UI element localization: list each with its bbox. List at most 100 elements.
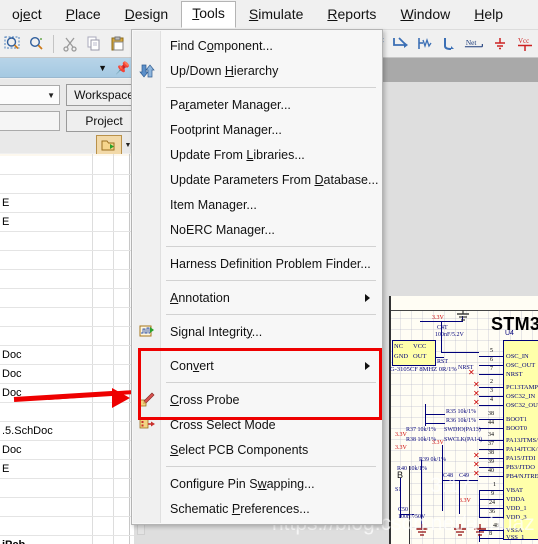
pin-wire xyxy=(479,405,503,406)
wire-seg xyxy=(436,357,444,358)
pin-number: 36 xyxy=(489,509,495,515)
vcc-power-port-icon[interactable]: Vcc xyxy=(514,33,536,55)
list-item[interactable] xyxy=(0,289,134,308)
wire-seg xyxy=(400,478,401,518)
pin-wire xyxy=(479,538,503,539)
menu-item-find-component[interactable]: Find Component... xyxy=(132,33,382,58)
chevron-down-icon: ▼ xyxy=(47,90,55,100)
wire-icon[interactable] xyxy=(389,33,411,55)
chip-designator: U4 xyxy=(505,330,514,337)
workspace-button[interactable]: Workspace xyxy=(66,84,134,106)
list-item[interactable]: Doc xyxy=(0,441,134,460)
menu-item-signal-integrity[interactable]: Signal Integrity... xyxy=(132,319,382,344)
menu-item-convert[interactable]: Convert xyxy=(132,353,382,378)
menu-item-annotation[interactable]: Annotation xyxy=(132,285,382,310)
osc-pin-gnd: GND xyxy=(394,353,409,360)
pin-label-pa13: PA13JTMS/SW xyxy=(506,437,538,444)
chevron-down-icon[interactable]: ▼ xyxy=(98,63,107,73)
menu-window[interactable]: Window xyxy=(389,2,461,28)
chevron-right-icon xyxy=(365,361,370,370)
projects-panel: ▼ 📌 ▼ Workspace Project ▼ E E Doc Doc Do… xyxy=(0,58,134,544)
list-item[interactable]: E xyxy=(0,213,134,232)
list-item[interactable]: .5.SchDoc xyxy=(0,422,134,441)
menu-item-update-from-libraries[interactable]: Update From Libraries... xyxy=(132,142,382,167)
list-item[interactable] xyxy=(0,479,134,498)
wire-seg xyxy=(400,514,414,515)
menu-item-cross-select-mode[interactable]: Cross Select Mode xyxy=(132,412,382,437)
pin-number: 40 xyxy=(488,468,494,474)
menu-project[interactable]: oject xyxy=(1,2,53,28)
menu-item-select-pcb-components[interactable]: Select PCB Components xyxy=(132,437,382,462)
list-item[interactable]: Doc xyxy=(0,346,134,365)
wire-seg xyxy=(421,460,422,530)
cut-icon[interactable] xyxy=(59,33,81,55)
pin-number: 3 xyxy=(490,388,493,394)
toolbar-right-group: Net Vcc xyxy=(364,30,536,58)
menu-item-schematic-preferences[interactable]: Schematic Preferences... xyxy=(132,496,382,521)
line-icon[interactable] xyxy=(439,33,461,55)
paste-icon[interactable] xyxy=(107,33,129,55)
list-item[interactable] xyxy=(0,517,134,536)
menu-tools[interactable]: Tools xyxy=(181,1,236,28)
pin-number: 38 xyxy=(488,450,494,456)
pin-label-nrst: NRST xyxy=(506,371,523,378)
no-connect-marker: ✕ xyxy=(473,380,480,389)
pin-label-pa15: PA15/JTDI xyxy=(506,455,536,462)
menu-item-cross-probe[interactable]: Cross Probe xyxy=(132,387,382,412)
gnd-power-port-icon[interactable] xyxy=(489,33,511,55)
pin-number: 1 xyxy=(493,482,496,488)
signal-harness-icon[interactable] xyxy=(414,33,436,55)
osc-pin-out: OUT xyxy=(413,353,427,360)
menu-item-item-manager[interactable]: Item Manager... xyxy=(132,192,382,217)
menu-help[interactable]: Help xyxy=(463,2,514,28)
list-item[interactable] xyxy=(0,498,134,517)
list-item[interactable]: iPcb xyxy=(0,536,134,544)
pin-label-osc32-out: OSC32_OUT xyxy=(506,402,538,409)
menu-item-noerc-manager[interactable]: NoERC Manager... xyxy=(132,217,382,242)
pin-number: 48 xyxy=(493,523,499,529)
zoom-area-icon[interactable] xyxy=(2,33,24,55)
pin-label-osc-in: OSC_IN xyxy=(506,353,529,360)
menu-item-harness-definition-problem-finder[interactable]: Harness Definition Problem Finder... xyxy=(132,251,382,276)
pin-label-boot1: BOOT1 xyxy=(506,416,527,423)
zoom-select-icon[interactable] xyxy=(26,33,48,55)
menu-item-parameter-manager[interactable]: Parameter Manager... xyxy=(132,92,382,117)
filter-input[interactable] xyxy=(0,111,60,131)
project-tree[interactable]: E E Doc Doc Doc .5.SchDoc Doc E iPcb xyxy=(0,154,134,544)
list-item[interactable]: E xyxy=(0,460,134,479)
copy-icon[interactable] xyxy=(83,33,105,55)
pin-number: 7 xyxy=(490,366,493,372)
menu-place[interactable]: Place xyxy=(55,2,112,28)
list-item[interactable] xyxy=(0,156,134,175)
wire-seg xyxy=(441,352,479,353)
net-rst-label: RST xyxy=(437,359,449,365)
list-item[interactable] xyxy=(0,308,134,327)
open-project-icon[interactable] xyxy=(96,135,122,155)
menu-design[interactable]: Design xyxy=(114,2,180,28)
list-item[interactable]: Doc xyxy=(0,365,134,384)
list-item[interactable] xyxy=(0,175,134,194)
menu-item-update-parameters-from-database[interactable]: Update Parameters From Database... xyxy=(132,167,382,192)
osc-pin-vcc: VCC xyxy=(413,343,427,350)
pin-number: 39 xyxy=(488,459,494,465)
menu-reports[interactable]: Reports xyxy=(316,2,387,28)
menu-separator xyxy=(166,314,376,315)
list-item[interactable] xyxy=(0,327,134,346)
project-combo[interactable]: ▼ xyxy=(0,85,60,105)
res-r35: R35 10k/1% xyxy=(446,409,477,415)
menu-simulate[interactable]: Simulate xyxy=(238,2,314,28)
pin-wire xyxy=(479,476,503,477)
pin-icon[interactable]: 📌 xyxy=(115,62,130,74)
wire-seg xyxy=(425,414,445,415)
list-item[interactable] xyxy=(0,251,134,270)
menu-item-footprint-manager[interactable]: Footprint Manager... xyxy=(132,117,382,142)
menu-item-configure-pin-swapping[interactable]: Configure Pin Swapping... xyxy=(132,471,382,496)
net-3v3-label-3: 3.3V xyxy=(395,445,407,451)
menu-item-up-down-hierarchy[interactable]: Up/Down Hierarchy xyxy=(132,58,382,83)
net-label-icon[interactable]: Net xyxy=(464,33,486,55)
project-button[interactable]: Project xyxy=(66,110,134,132)
pin-wire xyxy=(479,428,503,429)
list-item[interactable] xyxy=(0,232,134,251)
list-item[interactable] xyxy=(0,270,134,289)
list-item[interactable]: E xyxy=(0,194,134,213)
